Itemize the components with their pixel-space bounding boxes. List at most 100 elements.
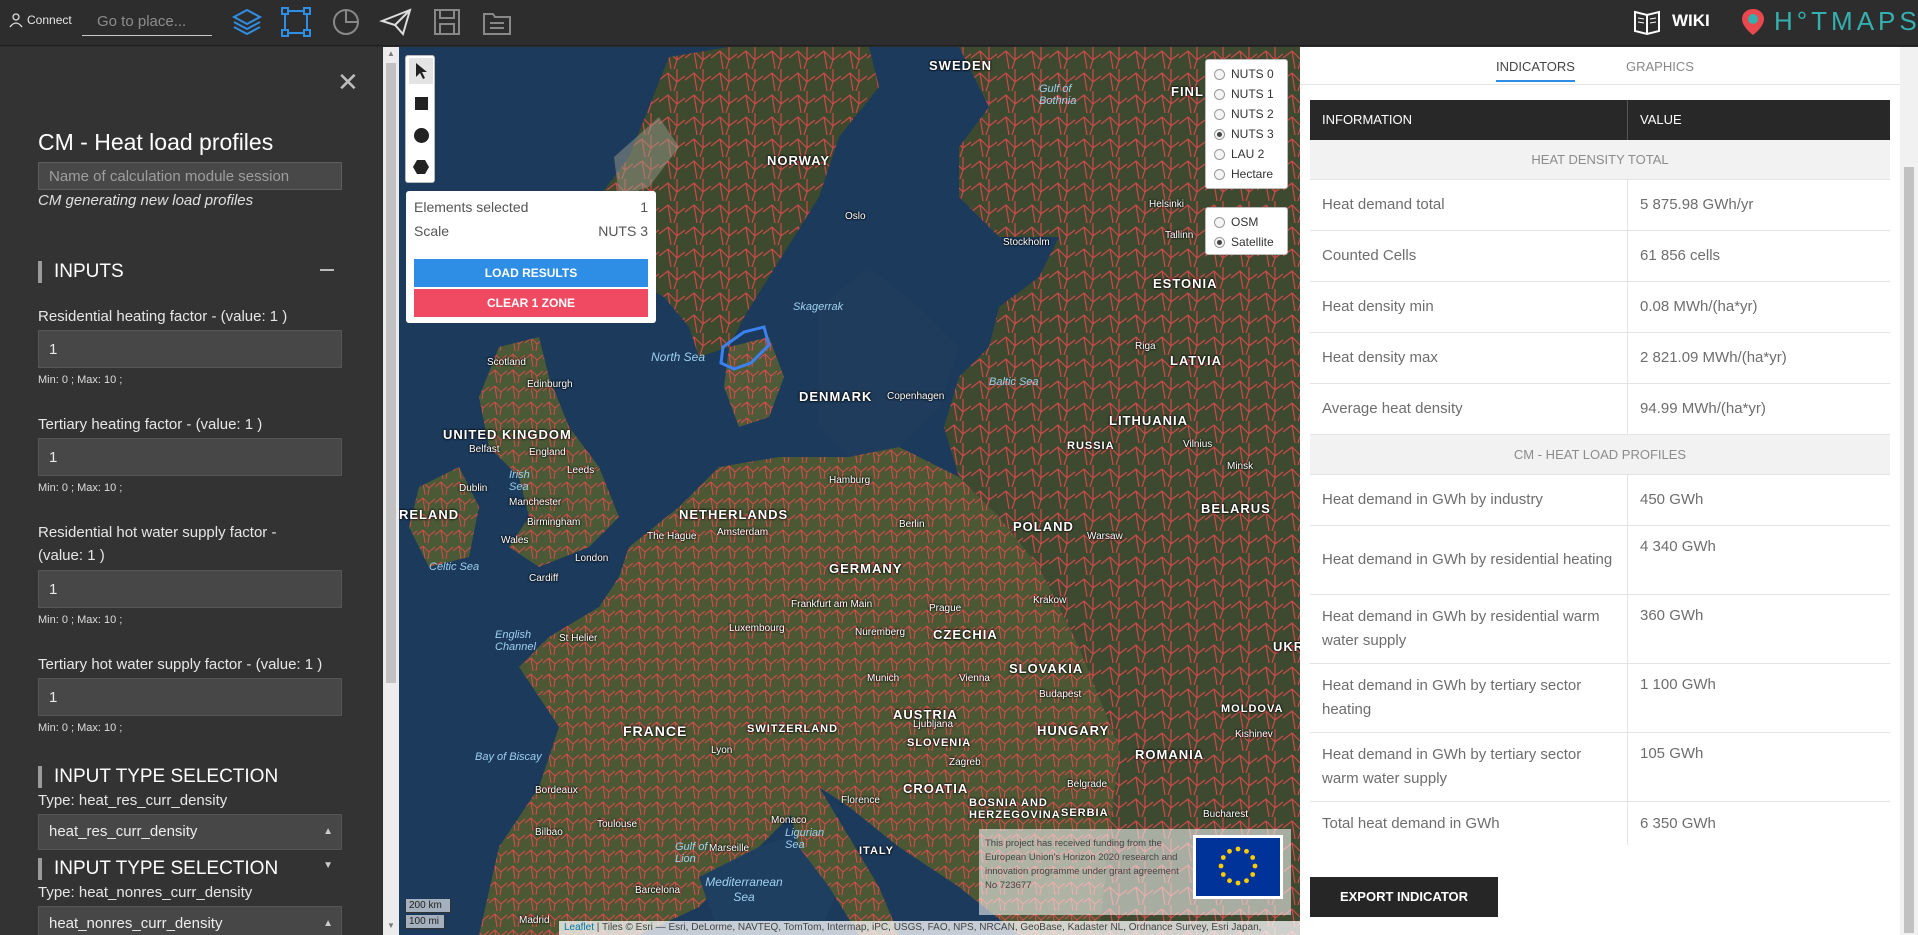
map-label: ESTONIA [1153, 276, 1218, 291]
radio-button[interactable] [1214, 216, 1225, 228]
eu-flag-icon [1193, 835, 1283, 899]
map-label: SERBIA [1061, 807, 1109, 819]
wiki-label: WIKI [1672, 11, 1710, 30]
tab-indicators[interactable]: INDICATORS [1496, 59, 1575, 82]
indicator-value: 61 856 cells [1640, 247, 1721, 264]
scale-option-hectare[interactable]: Hectare [1214, 167, 1273, 181]
radio-button[interactable] [1214, 108, 1225, 120]
map-label: St Helier [559, 633, 598, 644]
indicator-value: 5 875.98 GWh/yr [1640, 196, 1754, 213]
map-view[interactable]: SWEDEN FINL NORWAY ESTONIA LATVIA LITHUA… [399, 47, 1300, 935]
send-icon[interactable] [379, 5, 413, 39]
chart-icon[interactable] [329, 5, 363, 39]
indicator-name: Heat demand in GWh by residential warm w… [1310, 595, 1628, 663]
load-results-button[interactable]: LOAD RESULTS [414, 259, 648, 287]
map-label: English Channel [495, 629, 536, 653]
indicator-value: 0.08 MWh/(ha*yr) [1640, 298, 1758, 315]
scale-option-nuts3[interactable]: NUTS 3 [1214, 127, 1274, 141]
map-label: Prague [929, 603, 962, 614]
map-label: Budapest [1039, 689, 1082, 700]
map-label: Oslo [845, 211, 866, 222]
polygon-tool-icon[interactable] [409, 154, 433, 180]
map-label: Bilbao [535, 827, 563, 838]
map-label: Florence [841, 795, 880, 806]
scale-option-label: NUTS 0 [1231, 67, 1274, 81]
input-type-select[interactable]: heat_res_curr_density ▲ ▼ [38, 814, 342, 871]
save-icon[interactable] [430, 5, 464, 39]
scrollbar-thumb[interactable] [1904, 167, 1914, 933]
indicator-name: Average heat density [1310, 384, 1628, 434]
clear-zone-button[interactable]: CLEAR 1 ZONE [414, 289, 648, 317]
pointer-tool-icon[interactable] [409, 58, 433, 84]
connect-button[interactable]: Connect [8, 12, 72, 28]
indicators-table: INFORMATION VALUE HEAT DENSITY TOTAL Hea… [1310, 100, 1890, 845]
export-indicator-button[interactable]: EXPORT INDICATOR [1310, 877, 1498, 917]
tertiary-hot-water-factor-input[interactable] [38, 678, 342, 716]
tertiary-heating-factor-input[interactable] [38, 438, 342, 476]
close-icon[interactable]: ✕ [337, 67, 359, 98]
map-label: ROMANIA [1135, 747, 1205, 762]
folder-icon[interactable] [480, 5, 514, 39]
scale-option-lau2[interactable]: LAU 2 [1214, 147, 1264, 161]
scale-option-nuts0[interactable]: NUTS 0 [1214, 67, 1274, 81]
session-name-input[interactable] [38, 162, 342, 190]
scale-option-nuts2[interactable]: NUTS 2 [1214, 107, 1274, 121]
scroll-up-icon[interactable]: ▲ [387, 49, 395, 58]
map-label: Vilnius [1183, 439, 1213, 450]
basemap-option-satellite[interactable]: Satellite [1214, 235, 1274, 249]
elements-selected-label: Elements selected [414, 199, 529, 215]
scrollbar-thumb[interactable] [386, 63, 396, 683]
radio-button-checked[interactable] [1214, 236, 1225, 248]
indicator-value: 1 100 GWh [1640, 676, 1716, 693]
book-icon [1634, 10, 1660, 36]
rectangle-tool-icon[interactable] [409, 90, 433, 116]
map-label: LATVIA [1170, 353, 1222, 368]
residential-heating-factor-input[interactable] [38, 330, 342, 368]
indicator-name: Heat demand in GWh by tertiary sector he… [1310, 664, 1628, 732]
left-panel-scrollbar[interactable]: ▲ ▼ [383, 47, 399, 935]
tab-graphics[interactable]: GRAPHICS [1626, 59, 1694, 80]
calculation-module-panel: ✕ CM - Heat load profiles CM generating … [0, 47, 382, 935]
map-label: Luxembourg [729, 623, 785, 634]
residential-hot-water-factor-input[interactable] [38, 570, 342, 608]
scale-option-nuts1[interactable]: NUTS 1 [1214, 87, 1274, 101]
scale-option-label: LAU 2 [1231, 147, 1265, 161]
map-label: NORWAY [767, 153, 831, 168]
map-label: Ljubljana [913, 719, 954, 730]
radio-button[interactable] [1214, 68, 1225, 80]
leaflet-link[interactable]: Leaflet [564, 922, 594, 933]
table-row: Heat demand in GWh by residential warm w… [1310, 595, 1890, 664]
select-value: heat_nonres_curr_density [49, 915, 223, 932]
basemap-option-osm[interactable]: OSM [1214, 215, 1258, 229]
basemap-option-label: Satellite [1231, 235, 1274, 249]
indicator-name: Heat demand in GWh by tertiary sector wa… [1310, 733, 1628, 801]
radio-button[interactable] [1214, 168, 1225, 180]
connect-label: Connect [27, 13, 72, 27]
map-label: Hamburg [829, 475, 871, 486]
indicator-name: Heat demand in GWh by industry [1310, 475, 1628, 525]
input-type-select[interactable]: heat_nonres_curr_density ▲▼ [38, 906, 342, 935]
elements-selected-value: 1 [640, 199, 648, 215]
map-label: SWITZERLAND [747, 723, 839, 735]
map-label: Monaco [771, 815, 807, 826]
map-label: Bucharest [1203, 809, 1249, 820]
scroll-down-icon[interactable]: ▼ [387, 921, 395, 930]
collapse-icon[interactable] [320, 269, 334, 271]
eu-funding-notice: This project has received funding from t… [979, 829, 1291, 915]
radio-button-checked[interactable] [1214, 128, 1225, 140]
map-label: Amsterdam [717, 527, 769, 538]
table-section-title: HEAT DENSITY TOTAL [1310, 140, 1890, 180]
layers-icon[interactable] [230, 5, 264, 39]
table-header: INFORMATION VALUE [1310, 100, 1890, 140]
wiki-link[interactable]: WIKI [1632, 6, 1710, 36]
radio-button[interactable] [1214, 88, 1225, 100]
select-area-icon[interactable] [279, 5, 313, 39]
circle-tool-icon[interactable] [409, 122, 433, 148]
scale-bar-km: 200 km [405, 899, 451, 913]
radio-button[interactable] [1214, 148, 1225, 160]
goto-place-input[interactable] [82, 8, 212, 36]
map-label: Tallinn [1165, 230, 1194, 241]
right-panel-scrollbar[interactable] [1900, 47, 1918, 935]
tabs-divider [1300, 84, 1900, 85]
top-toolbar: Connect WIKI H°TMAPS [0, 0, 1918, 46]
